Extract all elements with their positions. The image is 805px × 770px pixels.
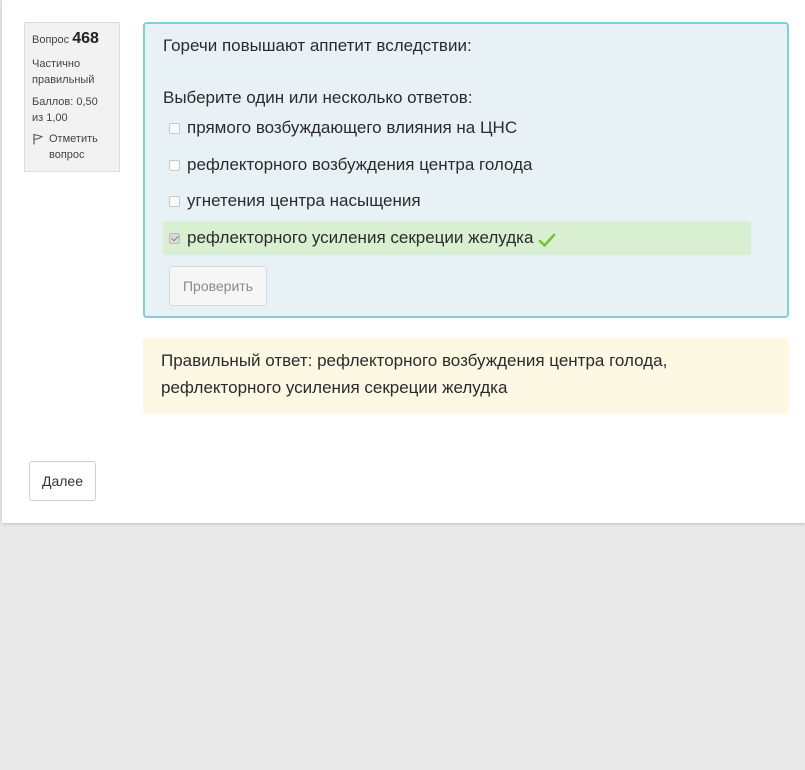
question-text: Горечи повышают аппетит вследствии: [163, 36, 472, 55]
answer-checkbox[interactable] [169, 122, 180, 134]
answer-checkbox-checked[interactable] [169, 232, 180, 244]
correct-answer-feedback: Правильный ответ: рефлекторного возбужде… [143, 338, 789, 414]
answer-label: прямого возбуждающего влияния на ЦНС [187, 118, 518, 137]
question-grade: Баллов: 0,50 из 1,00 [32, 96, 98, 124]
question-number-row: Вопрос 468 [32, 29, 112, 50]
answer-option-3[interactable]: угнетения центра насыщения [163, 184, 751, 218]
answer-label: рефлекторного усиления секреции желудка [187, 228, 534, 247]
correct-check-icon [539, 233, 556, 247]
answer-option-4[interactable]: рефлекторного усиления секреции желудка [163, 221, 751, 255]
flag-question-label: Отметить вопрос [49, 133, 98, 161]
question-page: Вопрос 468 Частично правильный Баллов: 0… [2, 0, 805, 523]
answer-label: угнетения центра насыщения [187, 191, 421, 210]
question-label: Вопрос [32, 34, 70, 46]
question-state: Частично правильный [32, 58, 95, 86]
answer-option-2[interactable]: рефлекторного возбуждения центра голода [163, 148, 751, 182]
question-content: Горечи повышают аппетит вследствии: Выбе… [143, 22, 789, 318]
answer-option-1[interactable]: прямого возбуждающего влияния на ЦНС [163, 111, 751, 145]
flag-question-link[interactable]: Отметить вопрос [32, 131, 112, 163]
answer-checkbox[interactable] [169, 159, 180, 171]
check-button[interactable]: Проверить [169, 266, 267, 306]
answer-checkbox[interactable] [169, 195, 180, 207]
flag-icon [33, 133, 44, 145]
question-info-panel: Вопрос 468 Частично правильный Баллов: 0… [24, 22, 120, 172]
next-button[interactable]: Далее [29, 461, 96, 501]
answer-label: рефлекторного возбуждения центра голода [187, 155, 533, 174]
answer-prompt: Выберите один или несколько ответов: [163, 88, 473, 107]
question-number: 468 [72, 30, 99, 47]
